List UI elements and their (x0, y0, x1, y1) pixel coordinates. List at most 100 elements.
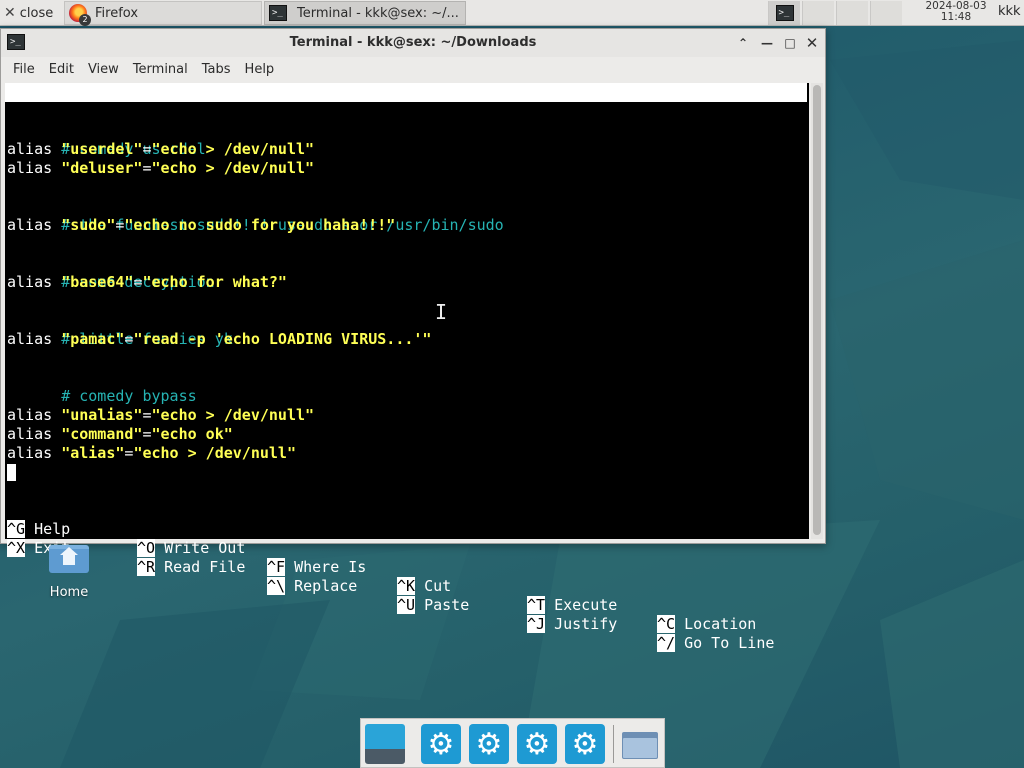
code-line: # the funniest sudo!!!! use doas or /usr… (7, 197, 504, 234)
files-icon[interactable] (620, 724, 660, 764)
code-line: alias "userdel"="echo > /dev/null" (7, 140, 314, 159)
menu-view[interactable]: View (82, 62, 125, 77)
menu-edit[interactable]: Edit (43, 62, 80, 77)
shortcut-justify[interactable]: ^J Justify (527, 615, 617, 634)
menubar: File Edit View Terminal Tabs Help (1, 57, 825, 81)
alias-value: "echo ok" (151, 425, 233, 443)
clock[interactable]: 2024-08-03 11:48 (920, 1, 992, 23)
shortcut-cut[interactable]: ^K Cut (397, 577, 451, 596)
shortcut-row-2: ^X Exit ^R Read File ^\ Replace ^U Paste… (5, 520, 809, 652)
menu-file[interactable]: File (7, 62, 41, 77)
workspace-1-button[interactable]: >_ (768, 1, 800, 25)
equals-sign: = (142, 140, 152, 158)
firefox-task-label: Firefox (95, 5, 139, 21)
alias-keyword: alias (7, 140, 53, 158)
home-desktop-icon[interactable]: Home (44, 545, 94, 600)
text-cursor (7, 464, 16, 483)
alias-keyword: alias (7, 406, 53, 424)
text-cursor-icon: I (435, 300, 448, 324)
code-line: alias "sudo"="echo no sudo for you haha!… (7, 216, 395, 235)
show-desktop-button[interactable] (365, 724, 405, 764)
workspace-3-button[interactable] (836, 1, 868, 25)
terminal-task-label: Terminal - kkk@sex: ~/... (297, 5, 459, 21)
gear-icon[interactable]: ⚙ (469, 724, 509, 764)
close-task-button[interactable]: ✕ close (0, 1, 62, 25)
nano-version: GNU nano 8.1 (25, 102, 134, 120)
terminal-area[interactable]: GNU nano 8.1 /home/kkk/.bashrc # comedy … (5, 83, 809, 652)
gear-icon[interactable]: ⚙ (421, 724, 461, 764)
window-count-badge: 2 (79, 14, 91, 26)
shortcut-read-file[interactable]: ^R Read File (137, 558, 245, 577)
firefox-task-button[interactable]: 2 Firefox (64, 1, 262, 26)
alias-name: "base64" (61, 273, 134, 291)
equals-sign: = (142, 406, 152, 424)
code-line: alias "unalias"="echo > /dev/null" (7, 406, 314, 425)
shortcut-go-to-line[interactable]: ^/ Go To Line (657, 634, 774, 653)
code-line: alias "alias"="echo > /dev/null" (7, 444, 296, 463)
gear-icon[interactable]: ⚙ (565, 724, 605, 764)
close-icon: ✕ (805, 34, 819, 52)
scrollbar-thumb[interactable] (813, 85, 821, 535)
maximize-icon: □ (784, 36, 796, 50)
shortcut-execute[interactable]: ^T Execute (527, 596, 617, 615)
alias-keyword: alias (7, 159, 53, 177)
maximize-button[interactable]: □ (780, 33, 800, 53)
terminal-task-button[interactable]: >_ Terminal - kkk@sex: ~/... (264, 1, 466, 25)
menu-help[interactable]: Help (239, 62, 281, 77)
alias-keyword: alias (7, 425, 53, 443)
home-folder-icon (49, 545, 89, 573)
firefox-icon: 2 (69, 4, 91, 26)
code-line: alias "deluser"="echo > /dev/null" (7, 159, 314, 178)
alias-name: "userdel" (61, 140, 143, 158)
dock-separator (613, 725, 614, 763)
window-titlebar[interactable]: >_ Terminal - kkk@sex: ~/Downloads ⌃ — □… (1, 29, 825, 57)
alias-keyword: alias (7, 330, 53, 348)
code-line: # little funnies yk (7, 311, 233, 348)
window-close-button[interactable]: ✕ (802, 33, 822, 53)
shortcut-replace[interactable]: ^\ Replace (267, 577, 357, 596)
alias-name: "pamac" (61, 330, 125, 348)
alias-value: "echo for what?" (142, 273, 287, 291)
shade-button[interactable]: ⌃ (733, 33, 753, 53)
alias-value: "echo > /dev/null" (151, 159, 315, 177)
gear-icon[interactable]: ⚙ (517, 724, 557, 764)
shortcut-where-is[interactable]: ^F Where Is (267, 558, 366, 577)
code-line: # some decryption (7, 254, 215, 291)
alias-keyword: alias (7, 216, 53, 234)
menu-terminal[interactable]: Terminal (127, 62, 194, 77)
menu-tabs[interactable]: Tabs (196, 62, 237, 77)
workspace-2-button[interactable] (802, 1, 834, 25)
user-menu[interactable]: kkk (998, 4, 1021, 19)
code-line: alias "command"="echo ok" (7, 425, 233, 444)
chevron-up-icon: ⌃ (737, 36, 749, 50)
dock: ⚙ ⚙ ⚙ ⚙ (360, 718, 665, 768)
alias-value: "echo > /dev/null" (151, 406, 315, 424)
home-label: Home (49, 585, 89, 600)
workspace-4-button[interactable] (870, 1, 902, 25)
equals-sign: = (142, 425, 152, 443)
code-line: # comedy bypass (7, 368, 196, 405)
nano-filename: /home/kkk/.bashrc (345, 121, 499, 139)
alias-value: "echo > /dev/null" (151, 140, 315, 158)
code-line: alias "pamac"="read -p 'echo LOADING VIR… (7, 330, 431, 349)
alias-keyword: alias (7, 444, 53, 462)
code-line: # comedy userdel (7, 121, 206, 158)
alias-name: "command" (61, 425, 143, 443)
comment-text: # comedy bypass (61, 387, 197, 405)
clock-time: 11:48 (940, 11, 972, 23)
window-title: Terminal - kkk@sex: ~/Downloads (289, 35, 537, 50)
alias-value: "echo no sudo for you haha!!!" (124, 216, 396, 234)
minimize-icon: — (761, 36, 773, 50)
alias-name: "alias" (61, 444, 125, 462)
scrollbar[interactable] (811, 83, 823, 539)
close-label: close (19, 5, 54, 21)
shortcut-location[interactable]: ^C Location (657, 615, 756, 634)
terminal-icon: >_ (775, 5, 794, 21)
minimize-button[interactable]: — (757, 33, 777, 53)
alias-name: "unalias" (61, 406, 143, 424)
shortcut-write-out[interactable]: ^O Write Out (137, 539, 245, 558)
alias-value: "echo > /dev/null" (133, 444, 296, 462)
equals-sign: = (142, 159, 152, 177)
close-icon: ✕ (4, 5, 16, 21)
shortcut-paste[interactable]: ^U Paste (397, 596, 469, 615)
